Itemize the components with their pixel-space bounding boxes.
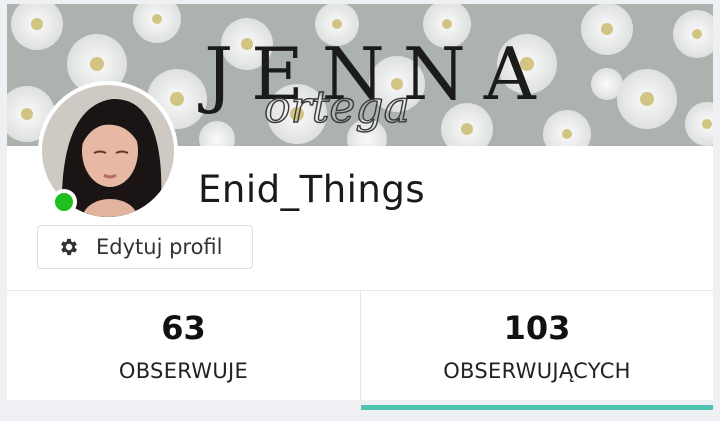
- tab-following[interactable]: 63 OBSERWUJE: [7, 291, 360, 401]
- profile-card: JENNA ortega Enid_Things Edytuj profil 6…: [7, 4, 713, 410]
- follow-stats: 63 OBSERWUJE 103 OBSERWUJĄCYCH: [7, 290, 713, 410]
- banner-subtitle: ortega: [264, 82, 410, 133]
- following-label: OBSERWUJE: [118, 359, 249, 383]
- edit-profile-label: Edytuj profil: [96, 235, 223, 259]
- gear-icon: [61, 238, 77, 256]
- followers-label: OBSERWUJĄCYCH: [443, 359, 631, 383]
- username: Enid_Things: [198, 168, 426, 211]
- active-tab-indicator: [361, 405, 713, 410]
- followers-count: 103: [503, 309, 571, 347]
- online-status-indicator: [51, 189, 77, 215]
- tab-followers[interactable]: 103 OBSERWUJĄCYCH: [360, 291, 713, 410]
- following-count: 63: [161, 309, 206, 347]
- avatar[interactable]: [38, 81, 178, 221]
- edit-profile-button[interactable]: Edytuj profil: [37, 225, 253, 269]
